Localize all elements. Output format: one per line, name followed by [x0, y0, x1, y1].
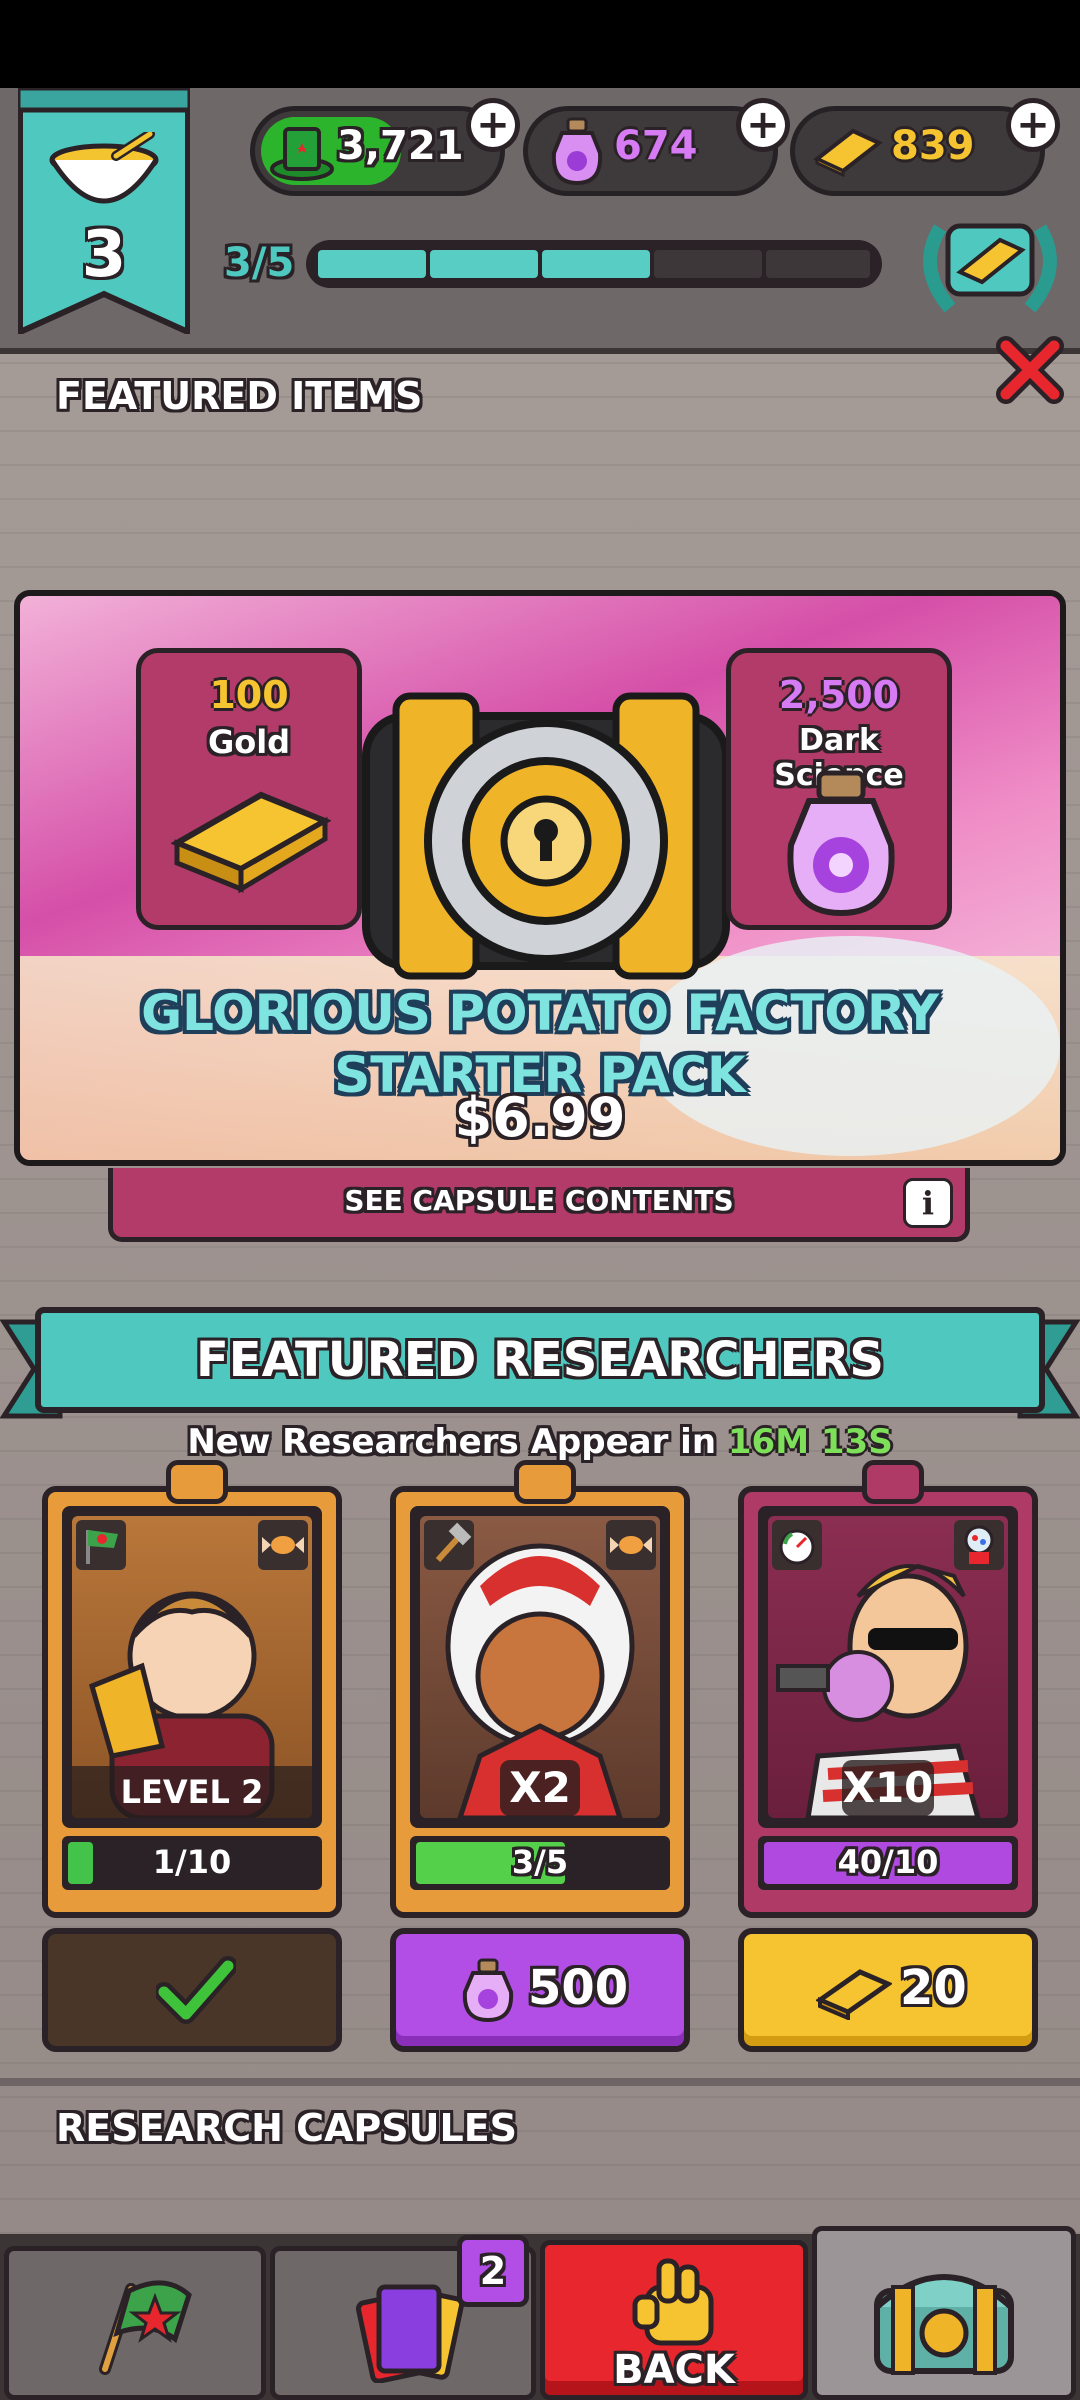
researcher-badge-2: X2 — [500, 1760, 580, 1816]
dark-science-price: 500 — [528, 1960, 629, 2016]
see-capsule-contents-label: SEE CAPSULE CONTENTS — [344, 1184, 734, 1217]
researcher-progress-bar-3: 40/10 — [758, 1836, 1018, 1890]
buy-with-dark-science-button[interactable]: 500 — [390, 1928, 690, 2052]
researcher-card-1[interactable]: LEVEL 2 1/10 — [42, 1460, 342, 1918]
researcher-badge-1: LEVEL 2 — [72, 1766, 312, 1818]
candy-trait-icon — [258, 1520, 308, 1570]
hammer-trait-icon — [424, 1520, 474, 1570]
gold-bars-icon — [171, 791, 331, 894]
nav-capsules-tab[interactable] — [812, 2226, 1076, 2400]
researcher-progress-bar-2: 3/5 — [410, 1836, 670, 1890]
cards-icon — [355, 2284, 465, 2383]
pack-gold-card: 100 Gold — [136, 648, 362, 930]
section-divider — [0, 2078, 1080, 2086]
featured-items-title: FEATURED ITEMS — [56, 374, 423, 418]
close-icon — [996, 336, 1064, 404]
gold-value: 839 — [891, 123, 975, 169]
starter-pack-banner[interactable]: 100 Gold 2,500 Dark Science GLORIOUS POT… — [14, 590, 1066, 1166]
close-button[interactable] — [990, 330, 1070, 410]
researcher-progress-text-2: 3/5 — [511, 1843, 569, 1881]
red-star-flag-icon — [99, 2280, 192, 2375]
cards-notification-badge: 2 — [457, 2235, 529, 2307]
researcher-progress-text-1: 1/10 — [152, 1843, 232, 1881]
player-level: 3 — [81, 218, 127, 292]
fist-back-icon — [632, 2258, 714, 2346]
card-hook — [514, 1460, 576, 1504]
level-ribbon[interactable]: 3 — [15, 85, 193, 337]
top-hud: 3 3,721 + 674 + 839 + 3/5 — [0, 85, 1080, 354]
laurel-gold-icon — [923, 223, 1057, 313]
gumball-trait-icon — [954, 1520, 1004, 1570]
pack-dark-science-amount: 2,500 — [778, 673, 900, 717]
card-hook — [166, 1460, 228, 1504]
candy-trait-icon — [606, 1520, 656, 1570]
checkmark-icon — [156, 1956, 236, 2024]
level-progress-bar — [306, 240, 882, 288]
pack-gold-label: Gold — [207, 723, 291, 761]
status-bar — [0, 0, 1080, 88]
pack-dark-science-card: 2,500 Dark Science — [726, 648, 952, 930]
researcher-card-3[interactable]: X10 40/10 — [738, 1460, 1038, 1918]
add-gold-button[interactable]: + — [1006, 98, 1060, 152]
researcher-badge-3: X10 — [842, 1760, 934, 1816]
vault-capsule-icon — [362, 692, 730, 980]
green-hat-icon — [270, 127, 334, 181]
bowl-icon — [49, 132, 159, 204]
pack-gold-amount: 100 — [209, 673, 289, 717]
level-progress-text: 3/5 — [224, 240, 295, 286]
timer-value: 16M 13S — [727, 1422, 893, 1462]
potion-jar-icon — [787, 770, 895, 917]
featured-researchers-banner: FEATURED RESEARCHERS — [0, 1306, 1080, 1430]
pack-price: $6.99 — [454, 1086, 626, 1149]
dark-science-value: 674 — [614, 123, 698, 169]
research-capsules-title: RESEARCH CAPSULES — [56, 2106, 518, 2150]
flag-trait-icon — [76, 1520, 126, 1570]
see-capsule-contents-button[interactable]: SEE CAPSULE CONTENTS i — [108, 1168, 970, 1242]
pack-title-line1: GLORIOUS POTATO FACTORY — [141, 984, 939, 1042]
gold-price: 20 — [900, 1960, 967, 2016]
gauge-trait-icon — [772, 1520, 822, 1570]
nav-cards-tab[interactable]: 2 — [270, 2235, 536, 2400]
treasure-capsule-icon — [874, 2274, 1014, 2375]
researchers-timer: New Researchers Appear in 16M 13S — [0, 1422, 1080, 1462]
card-hook — [862, 1460, 924, 1504]
featured-researchers-title: FEATURED RESEARCHERS — [196, 1332, 884, 1388]
potion-jar-icon — [551, 117, 603, 186]
timer-prefix: New Researchers Appear in — [187, 1422, 717, 1462]
info-icon[interactable]: i — [903, 1178, 953, 1228]
researcher-owned-button[interactable] — [42, 1928, 342, 2052]
level-reward-button[interactable] — [910, 208, 1070, 318]
nav-missions-tab[interactable] — [4, 2246, 266, 2400]
researcher-progress-text-3: 40/10 — [837, 1843, 939, 1881]
nav-back-button[interactable]: BACK — [540, 2240, 808, 2400]
potion-jar-icon — [462, 1958, 514, 2023]
researcher-card-2[interactable]: X2 3/5 — [390, 1460, 690, 1918]
back-label: BACK — [613, 2347, 735, 2393]
gold-bar-icon — [813, 128, 883, 177]
add-dark-science-button[interactable]: + — [736, 98, 790, 152]
buy-with-gold-button[interactable]: 20 — [738, 1928, 1038, 2052]
add-cash-button[interactable]: + — [466, 98, 520, 152]
cash-value: 3,721 — [337, 123, 464, 169]
researcher-progress-bar-1: 1/10 — [62, 1836, 322, 1890]
gold-bar-icon — [816, 1969, 892, 2020]
